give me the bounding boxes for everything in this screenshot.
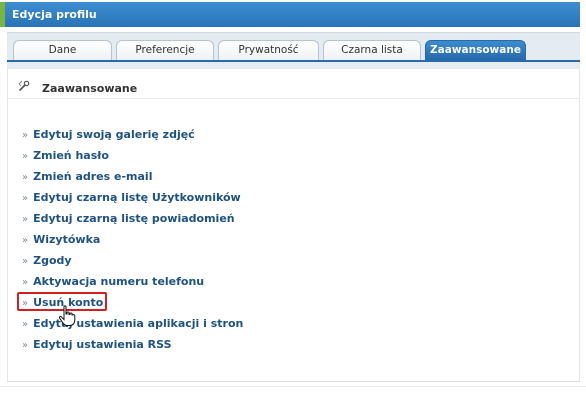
bullet-icon: » xyxy=(22,340,29,351)
menu-item-label: Wizytówka xyxy=(33,233,101,246)
menu-item-email[interactable]: » Zmień adres e-mail xyxy=(22,170,152,183)
menu-item-label: Edytuj ustawienia RSS xyxy=(33,338,172,351)
tabs-underline xyxy=(7,60,580,62)
bullet-icon: » xyxy=(22,193,29,204)
menu-item-label: Edytuj czarną listę Użytkowników xyxy=(33,191,241,204)
menu-item-czarna-lista-uzytkownikow[interactable]: » Edytuj czarną listę Użytkowników xyxy=(22,191,241,204)
menu-item-aplikacje[interactable]: » Edytuj ustawienia aplikacji i stron xyxy=(22,317,243,330)
bullet-icon: » xyxy=(22,151,29,162)
bullet-icon: » xyxy=(22,235,29,246)
menu-item-label: Zmień adres e-mail xyxy=(33,170,153,183)
menu-item-label: Zgody xyxy=(33,254,72,267)
menu-item-zgody[interactable]: » Zgody xyxy=(22,254,72,267)
menu-item-galeria[interactable]: » Edytuj swoją galerię zdjęć xyxy=(22,128,195,141)
menu-item-label: Edytuj czarną listę powiadomień xyxy=(33,212,235,225)
wrench-icon xyxy=(18,80,30,91)
bullet-icon: » xyxy=(22,277,29,288)
menu-item-czarna-lista-powiadomien[interactable]: » Edytuj czarną listę powiadomień xyxy=(22,212,235,225)
menu-item-wizytowka[interactable]: » Wizytówka xyxy=(22,233,100,246)
bullet-icon: » xyxy=(22,214,29,225)
menu-item-aktywacja-telefonu[interactable]: » Aktywacja numeru telefonu xyxy=(22,275,204,288)
bullet-icon: » xyxy=(22,130,29,141)
menu-item-label: Aktywacja numeru telefonu xyxy=(33,275,205,288)
section-title: Zaawansowane xyxy=(42,82,138,95)
bullet-icon: » xyxy=(22,256,29,267)
tab-preferencje[interactable]: Preferencje xyxy=(116,40,214,60)
menu-item-label: Zmień hasło xyxy=(33,149,109,162)
tab-prywatnosc[interactable]: Prywatność xyxy=(218,40,319,60)
panel-title: Edycja profilu xyxy=(12,8,97,21)
tab-dane[interactable]: Dane xyxy=(13,40,112,60)
hand-cursor-icon xyxy=(58,305,76,326)
menu-item-label: Edytuj swoją galerię zdjęć xyxy=(33,128,195,141)
tab-czarna-lista[interactable]: Czarna lista xyxy=(323,40,421,60)
menu-item-rss[interactable]: » Edytuj ustawienia RSS xyxy=(22,338,172,351)
bullet-icon: » xyxy=(22,319,29,330)
divider xyxy=(0,386,586,387)
content-panel xyxy=(7,68,580,382)
bullet-icon: » xyxy=(22,172,29,183)
tab-zaawansowane[interactable]: Zaawansowane xyxy=(425,40,526,60)
menu-item-haslo[interactable]: » Zmień hasło xyxy=(22,149,109,162)
panel-header: Edycja profilu xyxy=(0,2,580,27)
